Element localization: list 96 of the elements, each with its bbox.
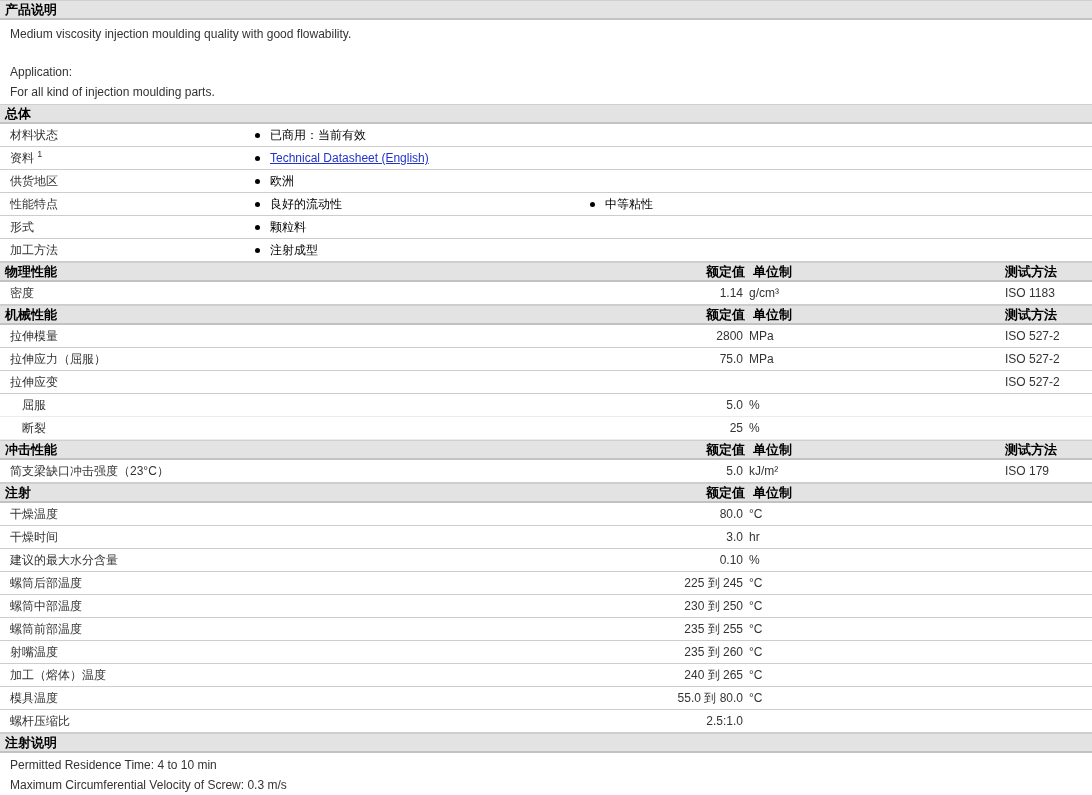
general-value: 良好的流动性: [270, 195, 342, 213]
unit-value: %: [749, 421, 761, 435]
description-text: For all kind of injection moulding parts.: [10, 84, 216, 101]
property-label: 材料状态: [9, 126, 59, 144]
property-label: 资料 $^{1}$: [9, 149, 44, 167]
unit-value: °C: [749, 507, 764, 521]
section-title: 机械性能: [3, 306, 58, 324]
property-label: 拉伸模量: [9, 327, 59, 345]
nominal-value: 230 到 250: [684, 597, 744, 615]
property-label: 性能特点: [9, 195, 59, 213]
bullet-icon: [590, 201, 595, 207]
section-title: 冲击性能: [4, 441, 58, 459]
datasheet-link[interactable]: Technical Datasheet (English): [270, 151, 429, 165]
property-label: 射嘴温度: [9, 643, 59, 661]
property-label: 加工（熔体）温度: [9, 666, 107, 684]
nominal-value: 80.0: [719, 507, 744, 521]
property-label: 模具温度: [9, 689, 59, 707]
column-heading: 单位制: [752, 306, 793, 324]
property-label: 拉伸应力（屈服）: [9, 350, 107, 368]
unit-value: g/cm³: [749, 286, 780, 300]
property-label: 供货地区: [9, 172, 59, 190]
unit-value: hr: [749, 530, 761, 544]
property-label: 螺筒后部温度: [9, 574, 83, 592]
nominal-value: 75.0: [719, 352, 744, 366]
nominal-value: 235 到 255: [684, 620, 744, 638]
bullet-icon: [255, 178, 260, 184]
section-title: 注射说明: [4, 734, 58, 752]
unit-value: MPa: [749, 329, 775, 343]
column-heading: 单位制: [752, 263, 793, 281]
property-label: 螺杆压缩比: [9, 712, 71, 730]
property-label: 形式: [9, 218, 35, 236]
unit-value: °C: [749, 599, 764, 613]
bullet-icon: [255, 155, 260, 161]
unit-value: °C: [749, 691, 764, 705]
nominal-value: 5.0: [726, 398, 744, 412]
test-method: ISO 179: [1004, 464, 1051, 478]
section-title: 总体: [3, 105, 32, 123]
property-label: 屈服: [21, 396, 47, 414]
property-label: 拉伸应变: [9, 373, 59, 391]
general-value: 中等粘性: [605, 195, 653, 213]
column-heading: 测试方法: [1004, 263, 1058, 281]
nominal-value: 1.14: [719, 286, 744, 300]
general-value: 已商用：当前有效: [270, 126, 366, 144]
nominal-value: 2800: [716, 329, 744, 343]
unit-value: %: [749, 398, 761, 412]
bullet-icon: [255, 247, 260, 253]
section-title: 产品说明: [4, 1, 58, 19]
property-label: 螺筒中部温度: [9, 597, 83, 615]
bullet-icon: [255, 224, 260, 230]
section-title: 注射: [4, 484, 32, 502]
nominal-value: 25: [729, 421, 744, 435]
unit-value: °C: [749, 622, 764, 636]
note-text: Maximum Circumferential Velocity of Screw: 0.3 m/s: [10, 777, 288, 794]
nominal-value: 225 到 245: [684, 574, 744, 592]
column-heading: 测试方法: [1004, 441, 1058, 459]
column-heading: 额定值: [706, 484, 746, 502]
general-value: 颗粒料: [270, 218, 306, 236]
section-title: 物理性能: [4, 263, 58, 281]
column-heading: 额定值: [706, 306, 746, 324]
unit-value: %: [749, 553, 761, 567]
nominal-value: 5.0: [726, 464, 744, 478]
property-label: 干燥温度: [9, 505, 59, 523]
unit-value: MPa: [749, 352, 775, 366]
description-text: Medium viscosity injection moulding quality with good flowability.: [10, 26, 353, 43]
property-label: 干燥时间: [9, 528, 59, 546]
test-method: ISO 527-2: [1004, 329, 1061, 343]
column-heading: 测试方法: [1004, 306, 1058, 324]
unit-value: °C: [749, 645, 764, 659]
column-heading: 额定值: [706, 441, 746, 459]
general-value: 注射成型: [270, 241, 318, 259]
property-label: 加工方法: [9, 241, 59, 259]
property-label: 密度: [9, 284, 35, 302]
property-label: 建议的最大水分含量: [9, 551, 119, 569]
column-heading: 单位制: [752, 484, 793, 502]
nominal-value: 240 到 265: [684, 666, 744, 684]
bullet-icon: [255, 132, 260, 138]
column-heading: 额定值: [706, 263, 746, 281]
nominal-value: 2.5:1.0: [706, 714, 744, 728]
property-label: 断裂: [21, 419, 47, 437]
bullet-icon: [255, 201, 260, 207]
nominal-value: 3.0: [726, 530, 744, 544]
unit-value: °C: [749, 576, 764, 590]
nominal-value: 0.10: [719, 553, 744, 567]
property-label: 螺筒前部温度: [9, 620, 83, 638]
note-text: Permitted Residence Time: 4 to 10 min: [10, 757, 218, 774]
test-method: ISO 527-2: [1004, 375, 1061, 389]
nominal-value: 235 到 260: [684, 643, 744, 661]
test-method: ISO 527-2: [1004, 352, 1061, 366]
unit-value: kJ/m²: [749, 464, 780, 478]
test-method: ISO 1183: [1004, 286, 1056, 300]
general-value: 欧洲: [270, 172, 294, 190]
property-label: 简支梁缺口冲击强度（23°C）: [9, 462, 170, 480]
nominal-value: 55.0 到 80.0: [677, 689, 744, 707]
column-heading: 单位制: [752, 441, 793, 459]
description-text: Application:: [10, 64, 74, 81]
unit-value: °C: [749, 668, 764, 682]
